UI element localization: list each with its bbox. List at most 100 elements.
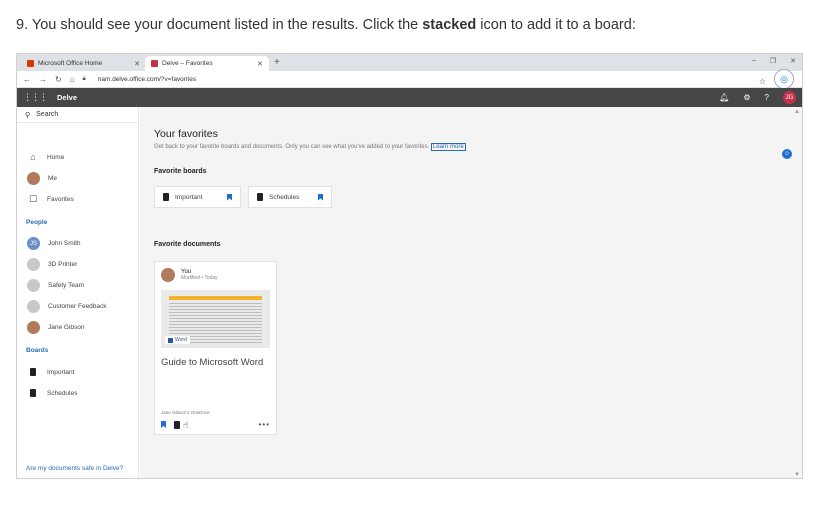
close-icon[interactable]: ✕ (257, 60, 263, 68)
word-app-tag: Word (165, 336, 190, 344)
sidebar-item-home[interactable]: ⌂ Home (27, 151, 64, 163)
learn-more-link[interactable]: Learn more (430, 143, 466, 151)
avatar (27, 300, 40, 313)
tab-label: Delve – Favorites (162, 60, 213, 67)
close-window-icon[interactable]: ✕ (790, 57, 796, 65)
minimize-icon[interactable]: – (752, 57, 756, 65)
scroll-up-icon[interactable]: ▲ (794, 109, 800, 115)
board-card-schedules[interactable]: Schedules (248, 186, 332, 208)
bookmark-star-icon[interactable]: ☆ (759, 77, 766, 86)
doc-actions: ☝ ••• (161, 420, 270, 430)
restore-icon[interactable]: ❐ (770, 57, 776, 65)
sidebar: ⚲ Search ⌂ Home Me ☐ Favorites People JS… (17, 107, 139, 478)
avatar (27, 172, 40, 185)
user-avatar[interactable]: JG (783, 91, 796, 104)
doc-title[interactable]: Guide to Microsoft Word (155, 348, 276, 369)
search-icon: ⚲ (25, 111, 31, 119)
sidebar-board-item[interactable]: Schedules (27, 387, 77, 399)
sidebar-item-label: Home (47, 153, 65, 161)
home-icon: ⌂ (30, 152, 36, 162)
sidebar-item-me[interactable]: Me (27, 172, 57, 185)
main-content: ▲ Your favorites Get back to your favori… (140, 107, 802, 478)
window-controls: – ❐ ✕ (752, 57, 796, 65)
sidebar-item-label: Favorites (47, 195, 74, 203)
browser-window: Microsoft Office Home ✕ Delve – Favorite… (16, 53, 803, 479)
doc-source: Jane Gibson's OneDrive (161, 410, 210, 415)
address-bar: ← → ↻ ⌂ 🔒︎ nam.delve.office.com/?v=favor… (17, 69, 802, 89)
lock-icon: 🔒︎ (82, 75, 86, 82)
stacked-icon (27, 387, 39, 399)
scroll-down-icon[interactable]: ▼ (794, 472, 800, 478)
instruction-prefix: 9. You should see your document listed i… (16, 17, 423, 33)
person-item[interactable]: Safety Team (27, 279, 84, 292)
document-card[interactable]: You Modified • Today Word Guide to Micro… (154, 261, 277, 435)
back-icon[interactable]: ← (23, 75, 31, 84)
person-name: Jane Gibson (48, 324, 85, 331)
gear-icon[interactable]: ⚙ (743, 93, 750, 102)
favorite-documents-label: Favorite documents (154, 241, 221, 248)
people-heading: People (26, 219, 48, 226)
sidebar-board-item[interactable]: Important (27, 366, 74, 378)
avatar (27, 279, 40, 292)
address-bar-actions: ☆ ◎ (759, 69, 794, 89)
word-tag-label: Word (175, 337, 187, 343)
doc-thumbnail[interactable]: Word (161, 290, 270, 348)
board-label: Schedules (269, 193, 300, 201)
subtitle-text: Get back to your favorite boards and doc… (154, 144, 430, 150)
thumbnail-header-bar (169, 296, 262, 300)
pointer-hand-icon: ☝ (183, 420, 189, 430)
safe-documents-link[interactable]: Are my documents safe in Delve? (26, 465, 123, 472)
delve-favicon-icon (151, 60, 158, 67)
bookmark-icon[interactable] (318, 193, 323, 201)
word-icon (168, 337, 173, 343)
instruction-text: 9. You should see your document listed i… (16, 17, 636, 33)
person-item[interactable]: Customer Feedback (27, 300, 107, 313)
favorite-boards-label: Favorite boards (154, 168, 207, 175)
stacked-icon[interactable] (174, 420, 180, 429)
tab-bar: Microsoft Office Home ✕ Delve – Favorite… (17, 54, 802, 71)
doc-meta: You Modified • Today (181, 269, 218, 281)
feedback-smiley-icon[interactable]: ☺ (782, 149, 792, 159)
sidebar-item-label: Me (48, 175, 58, 182)
bookmark-icon[interactable] (227, 193, 232, 201)
favorites-icon: ☐ (28, 193, 38, 204)
bell-icon[interactable]: 🔔︎ (719, 93, 729, 102)
lens-icon[interactable]: ◎ (774, 69, 794, 89)
board-label: Schedules (47, 389, 78, 397)
board-card-important[interactable]: Important (154, 186, 241, 208)
page-subtitle: Get back to your favorite boards and doc… (154, 143, 466, 151)
new-tab-icon[interactable]: + (274, 57, 280, 68)
sidebar-item-favorites[interactable]: ☐ Favorites (27, 193, 74, 205)
reload-icon[interactable]: ↻ (55, 75, 62, 84)
person-name: John Smith (48, 240, 81, 247)
app-launcher-icon[interactable]: ⋮⋮⋮ (23, 92, 48, 103)
tab-delve-favorites[interactable]: Delve – Favorites ✕ (145, 56, 269, 71)
app-name[interactable]: Delve (57, 93, 77, 102)
home-button-icon[interactable]: ⌂ (70, 75, 75, 84)
avatar (27, 258, 40, 271)
help-icon[interactable]: ? (765, 93, 769, 102)
sidebar-search[interactable]: ⚲ Search (17, 107, 138, 123)
more-options-icon[interactable]: ••• (259, 420, 270, 429)
doc-header: You Modified • Today (155, 262, 276, 288)
person-item[interactable]: Jane Gibson (27, 321, 85, 334)
search-label: Search (36, 111, 59, 118)
avatar (161, 268, 175, 282)
suite-actions: 🔔︎ ⚙ ? JG (719, 91, 796, 104)
avatar: JS (27, 237, 40, 250)
stacked-icon (163, 193, 169, 201)
person-name: Customer Feedback (48, 303, 107, 310)
person-item[interactable]: JS John Smith (27, 237, 81, 250)
boards-heading: Boards (26, 347, 49, 354)
board-label: Important (175, 193, 203, 201)
tab-office-home[interactable]: Microsoft Office Home ✕ (21, 56, 146, 71)
close-icon[interactable]: ✕ (134, 60, 140, 68)
avatar (27, 321, 40, 334)
person-item[interactable]: 3D Printer (27, 258, 77, 271)
stacked-icon (257, 193, 263, 201)
forward-icon[interactable]: → (39, 75, 47, 84)
bookmark-icon[interactable] (161, 421, 166, 428)
stacked-icon (27, 366, 39, 378)
url-field[interactable]: nam.delve.office.com/?v=favorites (98, 76, 196, 83)
person-name: Safety Team (48, 282, 85, 289)
